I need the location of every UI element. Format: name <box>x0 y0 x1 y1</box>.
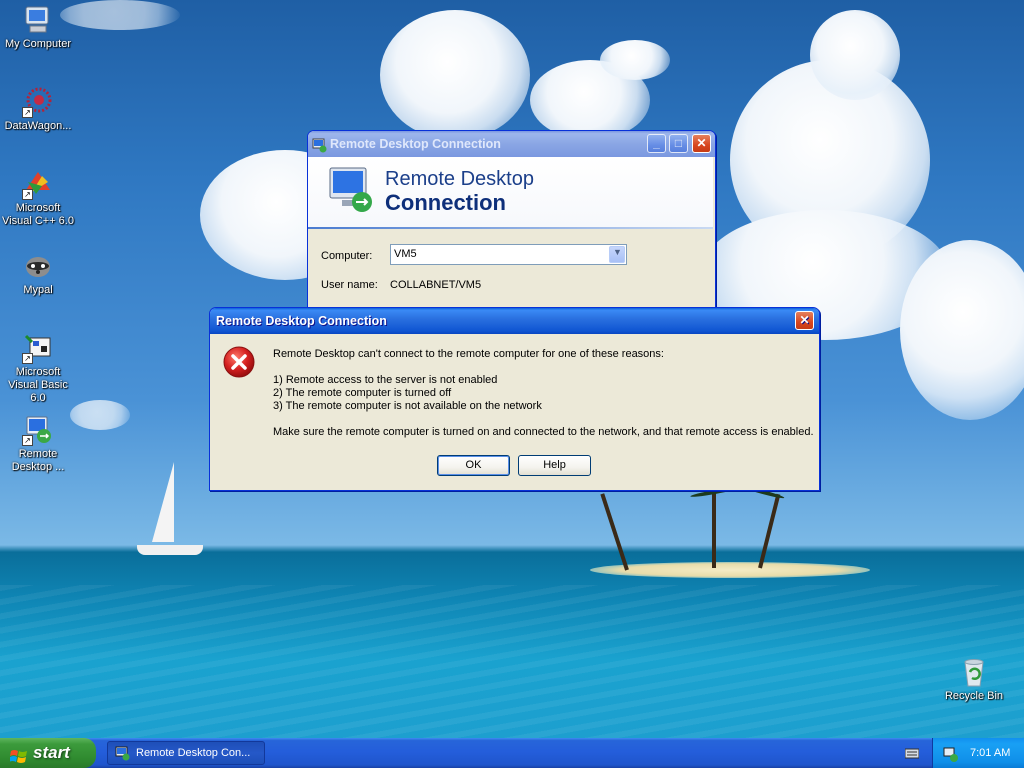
recycle-bin-icon <box>958 656 990 688</box>
keyboard-icon[interactable] <box>904 746 920 763</box>
username-label: User name: <box>321 279 378 291</box>
desktop-icon-label: My Computer <box>4 38 72 50</box>
system-tray: 7:01 AM <box>932 738 1024 768</box>
palm-tree-trunk <box>600 493 629 571</box>
desktop-icon-mypal[interactable]: Mypal <box>0 250 76 297</box>
error-reason-2: 2) The remote computer is turned off <box>273 387 452 399</box>
desktop-icon-label: Microsoft Visual Basic 6.0 <box>8 366 68 404</box>
island <box>590 562 870 578</box>
wallpaper-cloud <box>810 10 900 100</box>
maximize-button[interactable]: □ <box>669 134 688 153</box>
desktop-icon-my-computer[interactable]: My Computer <box>0 4 76 51</box>
combobox-dropdown-button[interactable]: ▼ <box>609 246 625 263</box>
sailboat-sail <box>152 462 174 542</box>
shortcut-arrow-icon: ↗ <box>22 107 33 118</box>
close-button[interactable]: ✕ <box>692 134 711 153</box>
clock[interactable]: 7:01 AM <box>970 738 1010 768</box>
mypal-raccoon-icon <box>22 250 54 282</box>
remote-desktop-icon <box>324 164 378 221</box>
desktop-icon-label: Recycle Bin <box>944 690 1004 702</box>
remote-desktop-icon <box>115 746 130 764</box>
shortcut-arrow-icon: ↗ <box>22 189 33 200</box>
shortcut-arrow-icon: ↗ <box>22 435 33 446</box>
desktop-icon-label: Microsoft Visual C++ 6.0 <box>2 202 74 227</box>
start-label: start <box>33 743 70 762</box>
desktop-icon-label: Remote Desktop ... <box>11 448 65 473</box>
desktop-icon-recycle-bin[interactable]: Recycle Bin <box>936 656 1012 703</box>
error-reason-1: 1) Remote access to the server is not en… <box>273 374 498 386</box>
taskbar-item-label: Remote Desktop Con... <box>136 747 251 759</box>
rdc-window: Remote Desktop Connection _ □ ✕ Remote D… <box>307 130 716 322</box>
error-message: Remote Desktop can't connect to the remo… <box>273 348 664 360</box>
desktop-icon-datawagon[interactable]: ↗ DataWagon... <box>0 86 76 133</box>
visual-basic-icon: ↗ <box>22 332 54 364</box>
visual-cpp-icon: ↗ <box>22 168 54 200</box>
username-value: COLLABNET/VM5 <box>390 279 482 291</box>
sailboat-hull <box>137 545 203 555</box>
error-reason-3: 3) The remote computer is not available … <box>273 400 542 412</box>
error-dialog: Remote Desktop Connection ✕ Remote Deskt… <box>209 307 820 491</box>
rdc-window-titlebar[interactable]: Remote Desktop Connection _ □ ✕ <box>308 131 715 157</box>
wallpaper-cloud <box>600 40 670 80</box>
chevron-down-icon: ▼ <box>613 247 622 257</box>
palm-tree-trunk <box>712 490 716 568</box>
computer-label: Computer: <box>321 250 373 262</box>
shortcut-arrow-icon: ↗ <box>22 353 33 364</box>
error-dialog-close-button[interactable]: ✕ <box>795 311 814 330</box>
taskbar: start Remote Desktop Con... 7:01 AM <box>0 738 1024 768</box>
datawagon-icon: ↗ <box>22 86 54 118</box>
help-button[interactable]: Help <box>518 455 591 476</box>
desktop-icon-label: DataWagon... <box>4 120 72 132</box>
error-dialog-title: Remote Desktop Connection <box>216 314 387 328</box>
wallpaper-cloud <box>380 10 530 140</box>
wallpaper-cloud <box>70 400 130 430</box>
windows-logo-icon <box>9 745 28 775</box>
rdc-window-title: Remote Desktop Connection <box>330 137 501 151</box>
error-advice: Make sure the remote computer is turned … <box>273 426 814 438</box>
sea-reflection <box>0 585 1024 738</box>
remote-desktop-icon: ↗ <box>22 414 54 446</box>
desktop-icon-visual-basic[interactable]: ↗ Microsoft Visual Basic 6.0 <box>0 332 76 405</box>
banner-divider <box>308 227 713 229</box>
error-icon <box>223 346 255 381</box>
my-computer-icon <box>22 4 54 36</box>
desktop-icon-visual-cpp[interactable]: ↗ Microsoft Visual C++ 6.0 <box>0 168 76 228</box>
wallpaper-cloud <box>60 0 180 30</box>
rdc-banner-line2: Connection <box>385 190 506 215</box>
ok-button[interactable]: OK <box>437 455 510 476</box>
desktop-icon-remote-desktop[interactable]: ↗ Remote Desktop ... <box>0 414 76 474</box>
start-button[interactable]: start <box>0 738 96 768</box>
taskbar-item-remote-desktop[interactable]: Remote Desktop Con... <box>107 741 265 765</box>
rdc-banner: Remote Desktop Connection <box>308 157 713 227</box>
desktop-icon-label: Mypal <box>23 284 53 296</box>
computer-combobox[interactable]: VM5 ▼ <box>390 244 627 265</box>
palm-tree-trunk <box>758 493 781 569</box>
network-icon[interactable] <box>943 745 959 775</box>
minimize-button[interactable]: _ <box>647 134 666 153</box>
rdc-banner-line1: Remote Desktop <box>385 168 534 190</box>
wallpaper-cloud <box>900 240 1024 420</box>
computer-combobox-value: VM5 <box>394 248 417 260</box>
error-dialog-titlebar[interactable]: Remote Desktop Connection ✕ <box>210 308 819 334</box>
